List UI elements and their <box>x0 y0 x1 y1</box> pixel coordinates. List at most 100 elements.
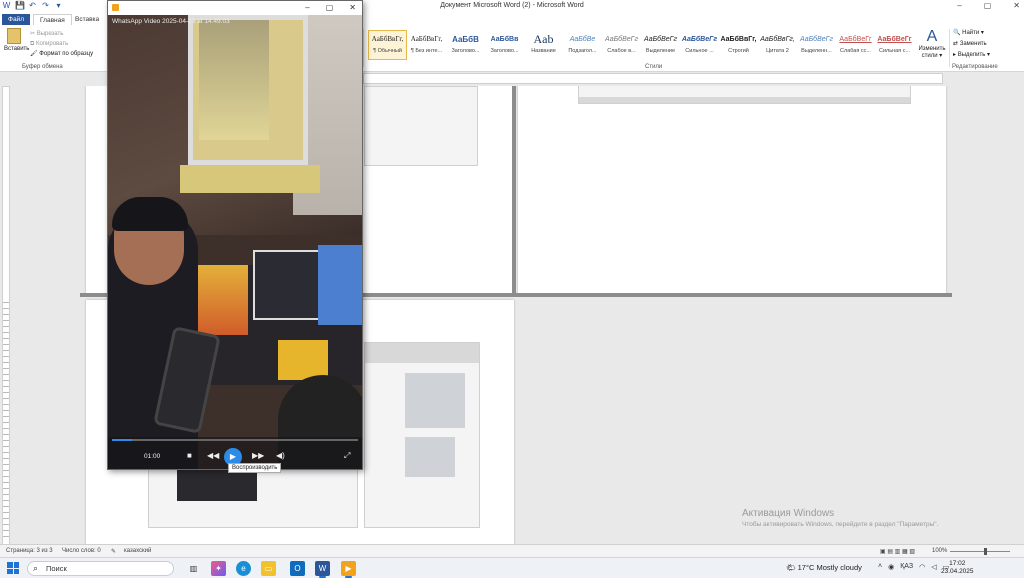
screenshot-image[interactable] <box>578 86 911 104</box>
weather-widget[interactable]: 🌤 17°C Mostly cloudy <box>786 563 862 572</box>
task-view-icon[interactable]: ▥ <box>186 561 201 576</box>
screenshot-image[interactable] <box>364 342 480 528</box>
media-player-taskbar-icon[interactable]: ▶ <box>341 561 356 578</box>
format-painter-button[interactable]: 🖌 Формат по образцу <box>30 49 93 59</box>
replace-button[interactable]: ⇄ Заменить <box>953 39 990 50</box>
tab-home[interactable]: Главная <box>33 14 72 25</box>
word-count[interactable]: Число слов: 0 <box>62 548 101 554</box>
style-sample: АаБбВвГг, <box>720 36 757 43</box>
zoom-slider-handle[interactable] <box>984 548 987 555</box>
copy-label: Копировать <box>35 41 69 47</box>
close-button[interactable]: ✕ <box>1013 1 1020 10</box>
style-name: Название <box>531 48 556 54</box>
style-item[interactable]: АаБбВе Подзагол... <box>563 30 602 60</box>
player-maximize-button[interactable]: ▢ <box>326 3 334 12</box>
next-button[interactable]: ▶▶ <box>252 451 264 461</box>
style-item[interactable]: Aab Название <box>524 30 563 60</box>
horizontal-ruler[interactable] <box>363 73 943 84</box>
maximize-button[interactable]: ▢ <box>984 1 992 10</box>
minimize-button[interactable]: – <box>957 1 961 10</box>
change-styles-button[interactable]: A Изменить стили ▾ <box>916 28 948 59</box>
style-name: Слабая сс... <box>840 48 871 54</box>
style-item[interactable]: АаБбВвГг, ¶ Обычный <box>368 30 407 60</box>
file-explorer-icon[interactable]: ▭ <box>261 561 276 576</box>
proofing-icon[interactable]: ✎ <box>111 548 116 555</box>
format-painter-label: Формат по образцу <box>39 51 94 57</box>
copy-button[interactable]: ⧉ Копировать <box>30 39 93 49</box>
video-frame[interactable] <box>108 15 362 469</box>
style-sample: АаБбВвГг, <box>760 36 795 43</box>
wifi-icon[interactable]: ◠ <box>919 563 925 571</box>
video-title: WhatsApp Video 2025-04-23 at 14.49.03 <box>112 18 230 25</box>
tab-insert[interactable]: Вставка <box>69 14 105 25</box>
watermark-text: Чтобы активировать Windows, перейдите в … <box>742 521 939 528</box>
style-sample: АаБбВеГг <box>800 36 833 43</box>
media-player-icon <box>112 4 119 11</box>
style-item[interactable]: АаБбВеГг Сильное ... <box>680 30 719 60</box>
activation-watermark: Активация Windows Чтобы активировать Win… <box>742 508 938 528</box>
style-item[interactable]: АаБбВеГг Сильная с... <box>875 30 914 60</box>
playback-time: 01:00 <box>144 453 161 460</box>
ribbon-divider <box>363 29 364 67</box>
style-item[interactable]: АаБбВв Заголово... <box>485 30 524 60</box>
seek-bar[interactable] <box>112 439 358 441</box>
volume-icon[interactable]: ◁ <box>931 563 936 571</box>
select-button[interactable]: ▸ Выделить ▾ <box>953 50 990 61</box>
style-item[interactable]: АаБбВвГг, Строгий <box>719 30 758 60</box>
clock-date: 23.04.2025 <box>941 568 974 575</box>
style-name: Заголово... <box>490 48 519 54</box>
word-taskbar-icon[interactable]: W <box>315 561 330 578</box>
style-sample: АаБбВеГг <box>839 36 872 43</box>
language-indicator[interactable]: казахский <box>124 548 151 554</box>
style-sample: АаБбВвГг, <box>410 35 443 43</box>
ribbon-divider <box>949 29 950 67</box>
language-indicator[interactable]: ҚАЗ <box>900 563 913 571</box>
windows-start-icon[interactable] <box>7 562 19 574</box>
zoom-slider[interactable] <box>950 551 1010 552</box>
style-item[interactable]: АаБбВеГг Слабая сс... <box>836 30 875 60</box>
edge-icon[interactable]: e <box>236 561 251 576</box>
style-sample: АаБбВвГг, <box>371 35 404 43</box>
player-titlebar[interactable]: – ▢ ✕ <box>108 1 362 15</box>
screenshot-image[interactable] <box>364 86 478 166</box>
player-close-button[interactable]: ✕ <box>349 3 356 12</box>
previous-button[interactable]: ◀◀ <box>207 451 219 461</box>
style-item[interactable]: АаБбВ Заголово... <box>446 30 485 60</box>
replace-label: Заменить <box>959 41 987 47</box>
style-name: ¶ Без инте... <box>410 48 443 54</box>
find-button[interactable]: 🔍 Найти ▾ <box>953 28 990 39</box>
tray-chevron-icon[interactable]: ˄ <box>878 563 882 571</box>
style-sample: АаБбВ <box>452 35 479 44</box>
style-item[interactable]: АаБбВеГг Слабое в... <box>602 30 641 60</box>
taskbar-search[interactable]: ⌕ Поиск <box>27 561 174 576</box>
player-minimize-button[interactable]: – <box>305 3 309 12</box>
clock-time: 17:02 <box>949 560 966 567</box>
style-name: Подзагол... <box>568 48 597 54</box>
cut-button[interactable]: ✂ Вырезать <box>30 29 93 39</box>
styles-gallery: АаБбВвГг, ¶ Обычный АаБбВвГг, ¶ Без инте...… <box>368 30 914 60</box>
paste-label: Вставить <box>4 46 30 52</box>
style-item[interactable]: АаБбВеГг Выделенн... <box>797 30 836 60</box>
view-buttons[interactable]: ▣ ▤ ▥ ▦ ▧ <box>880 548 915 555</box>
video-player-window[interactable]: – ▢ ✕ WhatsApp Video 2025-04-23 at 14.49… <box>107 0 363 470</box>
style-item[interactable]: АаБбВвГг, Цитата 2 <box>758 30 797 60</box>
style-name: ¶ Обычный <box>373 48 402 54</box>
stop-button[interactable]: ■ <box>187 451 192 461</box>
system-clock[interactable]: 17:02 23.04.2025 <box>941 560 974 576</box>
style-name: Заголово... <box>451 48 480 54</box>
word-window-controls: – ▢ ✕ <box>957 1 1020 10</box>
volume-button[interactable]: ◀) <box>276 451 285 461</box>
document-page[interactable] <box>518 86 946 294</box>
copilot-icon[interactable]: ✦ <box>211 561 226 576</box>
outlook-icon[interactable]: O <box>290 561 305 576</box>
zoom-level[interactable]: 100% <box>932 548 947 554</box>
paste-button[interactable]: Вставить <box>4 28 30 52</box>
tray-app-icon[interactable]: ◉ <box>888 563 894 571</box>
style-sample: АаБбВв <box>490 36 519 43</box>
fullscreen-button[interactable]: ⤢ <box>344 451 350 461</box>
vertical-ruler[interactable] <box>2 86 10 546</box>
style-item[interactable]: АаБбВвГг, ¶ Без инте... <box>407 30 446 60</box>
tab-file[interactable]: Файл <box>2 14 30 25</box>
page-count[interactable]: Страница: 3 из 3 <box>6 548 53 554</box>
style-item[interactable]: АаБбВеГг Выделение <box>641 30 680 60</box>
